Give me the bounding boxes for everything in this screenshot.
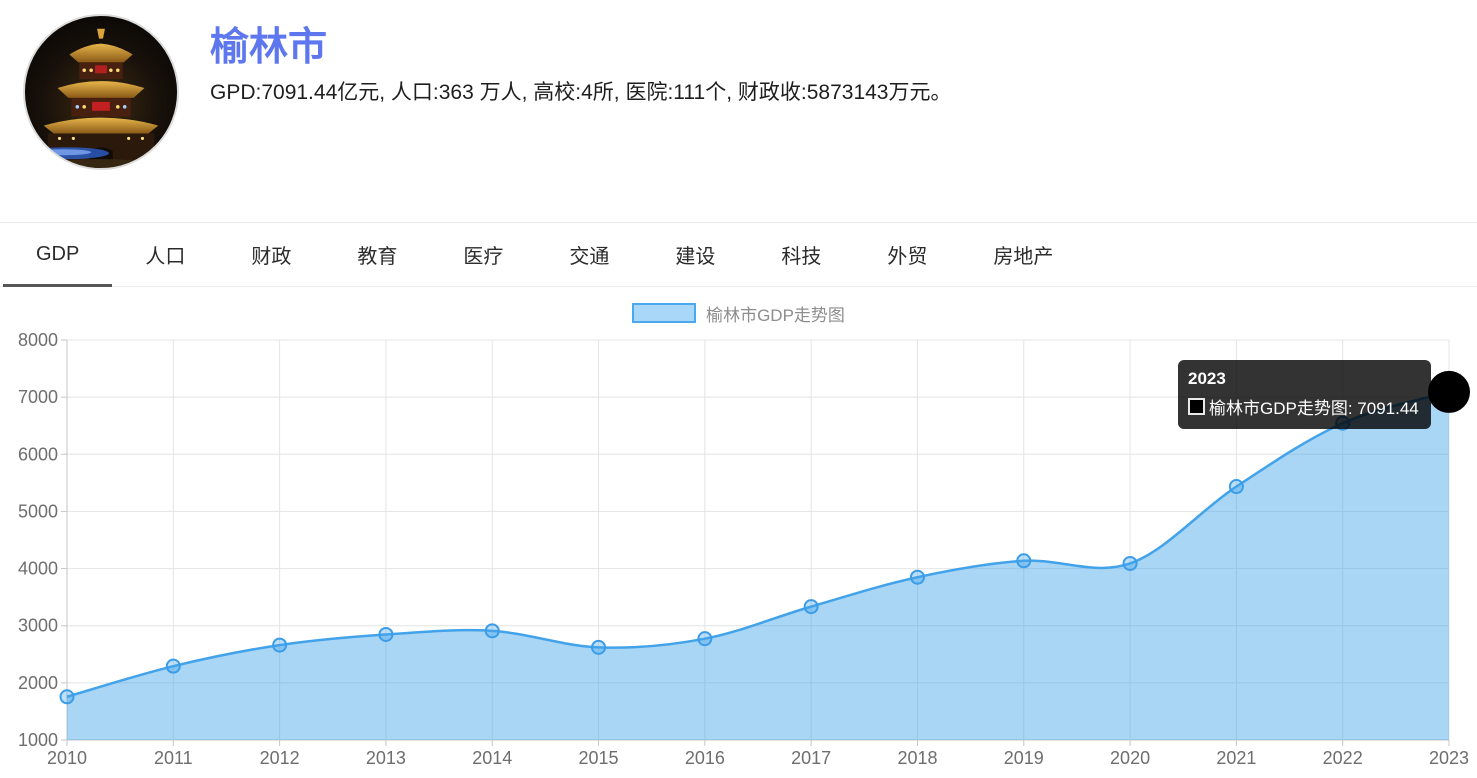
tab-transport[interactable]: 交通 — [536, 223, 642, 286]
svg-text:2014: 2014 — [472, 748, 512, 768]
tab-finance[interactable]: 财政 — [218, 223, 324, 286]
category-tab-bar: GDP人口财政教育医疗交通建设科技外贸房地产 — [0, 222, 1477, 287]
city-dashboard-page: 榆林市 GPD:7091.44亿元, 人口:363 万人, 高校:4所, 医院:… — [0, 0, 1477, 778]
city-summary: GPD:7091.44亿元, 人口:363 万人, 高校:4所, 医院:111个… — [210, 76, 1410, 106]
svg-text:2023: 2023 — [1429, 748, 1469, 768]
svg-text:2013: 2013 — [366, 748, 406, 768]
svg-text:2016: 2016 — [685, 748, 725, 768]
legend-color-swatch — [632, 303, 696, 323]
gdp-trend-chart[interactable]: 1000 2000 3000 4000 5000 6000 7000 8000 2010 2011… — [0, 330, 1477, 778]
svg-text:8000: 8000 — [18, 330, 58, 350]
svg-text:5000: 5000 — [18, 501, 58, 521]
svg-text:7000: 7000 — [18, 387, 58, 407]
gdp-area-fill — [67, 392, 1449, 740]
tab-technology[interactable]: 科技 — [748, 223, 854, 286]
svg-text:3000: 3000 — [18, 616, 58, 636]
legend-label: 榆林市GDP走势图 — [706, 301, 845, 326]
tooltip-title: 2023 — [1188, 369, 1419, 389]
tab-population[interactable]: 人口 — [112, 223, 218, 286]
chart-tooltip: 2023 榆林市GDP走势图: 7091.44 — [1178, 360, 1431, 429]
svg-text:2020: 2020 — [1110, 748, 1150, 768]
tab-medical[interactable]: 医疗 — [430, 223, 536, 286]
tab-foreign-trade[interactable]: 外贸 — [854, 223, 960, 286]
svg-text:2022: 2022 — [1323, 748, 1363, 768]
chart-legend-item[interactable]: 榆林市GDP走势图 — [0, 301, 1477, 325]
tower-night-photo-icon — [22, 13, 180, 171]
svg-text:2012: 2012 — [260, 748, 300, 768]
svg-text:2015: 2015 — [579, 748, 619, 768]
tooltip-value-text: 榆林市GDP走势图: 7091.44 — [1209, 394, 1419, 419]
svg-text:4000: 4000 — [18, 559, 58, 579]
svg-text:2010: 2010 — [47, 748, 87, 768]
svg-text:2011: 2011 — [154, 748, 193, 768]
tab-real-estate[interactable]: 房地产 — [960, 223, 1086, 286]
page-title: 榆林市 — [210, 16, 810, 72]
svg-text:6000: 6000 — [18, 444, 58, 464]
svg-text:2017: 2017 — [791, 748, 831, 768]
tab-construction[interactable]: 建设 — [642, 223, 748, 286]
tooltip-color-swatch — [1188, 398, 1205, 415]
svg-text:2000: 2000 — [18, 673, 58, 693]
svg-text:2018: 2018 — [897, 748, 937, 768]
svg-text:2021: 2021 — [1216, 748, 1256, 768]
city-avatar-photo — [22, 13, 180, 171]
tooltip-row: 榆林市GDP走势图: 7091.44 — [1188, 394, 1419, 419]
svg-text:2019: 2019 — [1004, 748, 1044, 768]
svg-text:1000: 1000 — [18, 730, 58, 750]
tab-education[interactable]: 教育 — [324, 223, 430, 286]
tab-gdp[interactable]: GDP — [3, 223, 112, 286]
active-data-point[interactable] — [1428, 371, 1470, 413]
